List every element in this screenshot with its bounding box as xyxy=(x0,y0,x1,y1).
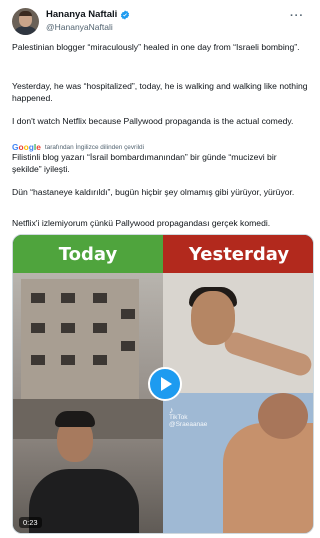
author-display-name[interactable]: Hananya Naftali xyxy=(46,9,117,20)
play-icon xyxy=(161,377,172,391)
yesterday-label: Yesterday xyxy=(188,243,290,265)
translated-paragraph-2: Dün “hastaneye kaldırıldı”, bugün hiçbir… xyxy=(12,187,295,197)
damaged-building xyxy=(21,279,139,409)
tweet-text-paragraph-2: Yesterday, he was “hospitalized”, today,… xyxy=(12,81,308,103)
avatar[interactable] xyxy=(12,8,39,35)
today-banner: Today xyxy=(13,235,163,273)
translated-paragraph-3: Netflix'i izlemiyorum çünkü Pallywood pr… xyxy=(12,218,271,228)
tweet-text-paragraph-3: I don't watch Netflix because Pallywood … xyxy=(12,116,294,126)
man-bending xyxy=(191,291,235,345)
translation-attribution[interactable]: Google tarafından İngilizce dilinden çev… xyxy=(12,142,144,152)
yesterday-video-frame xyxy=(163,273,313,533)
video-duration: 0:23 xyxy=(19,517,42,528)
patient xyxy=(223,423,313,533)
tweet-text-paragraph-1: Palestinian blogger “miraculously” heale… xyxy=(12,42,300,52)
translation-note: tarafından İngilizce dilinden çevrildi xyxy=(44,143,145,151)
tiktok-logo-icon: ♪ xyxy=(169,405,174,415)
man-walking xyxy=(29,469,139,533)
yesterday-banner: Yesterday xyxy=(163,235,313,273)
tiktok-handle: @Sraeaanae xyxy=(169,421,208,428)
google-logo: Google xyxy=(12,142,41,152)
video-media[interactable]: Today Yesterday ♪ TikTok @Sraeaanae 0:23 xyxy=(12,234,314,534)
author-handle[interactable]: @HananyaNaftali xyxy=(46,22,113,32)
tiktok-watermark: ♪ TikTok @Sraeaanae xyxy=(169,405,208,429)
more-options-icon[interactable]: ··· xyxy=(290,10,304,22)
today-label: Today xyxy=(58,243,118,265)
tweet-header: Hananya Naftali @HananyaNaftali ··· xyxy=(12,8,308,36)
play-button[interactable] xyxy=(148,367,182,401)
today-video-frame xyxy=(13,273,163,533)
translated-paragraph-1: Filistinli blog yazarı “İsrail bombardım… xyxy=(12,152,277,174)
verified-badge-icon xyxy=(121,9,130,20)
tiktok-name: TikTok xyxy=(169,414,188,421)
author-name-row[interactable]: Hananya Naftali xyxy=(46,9,130,20)
